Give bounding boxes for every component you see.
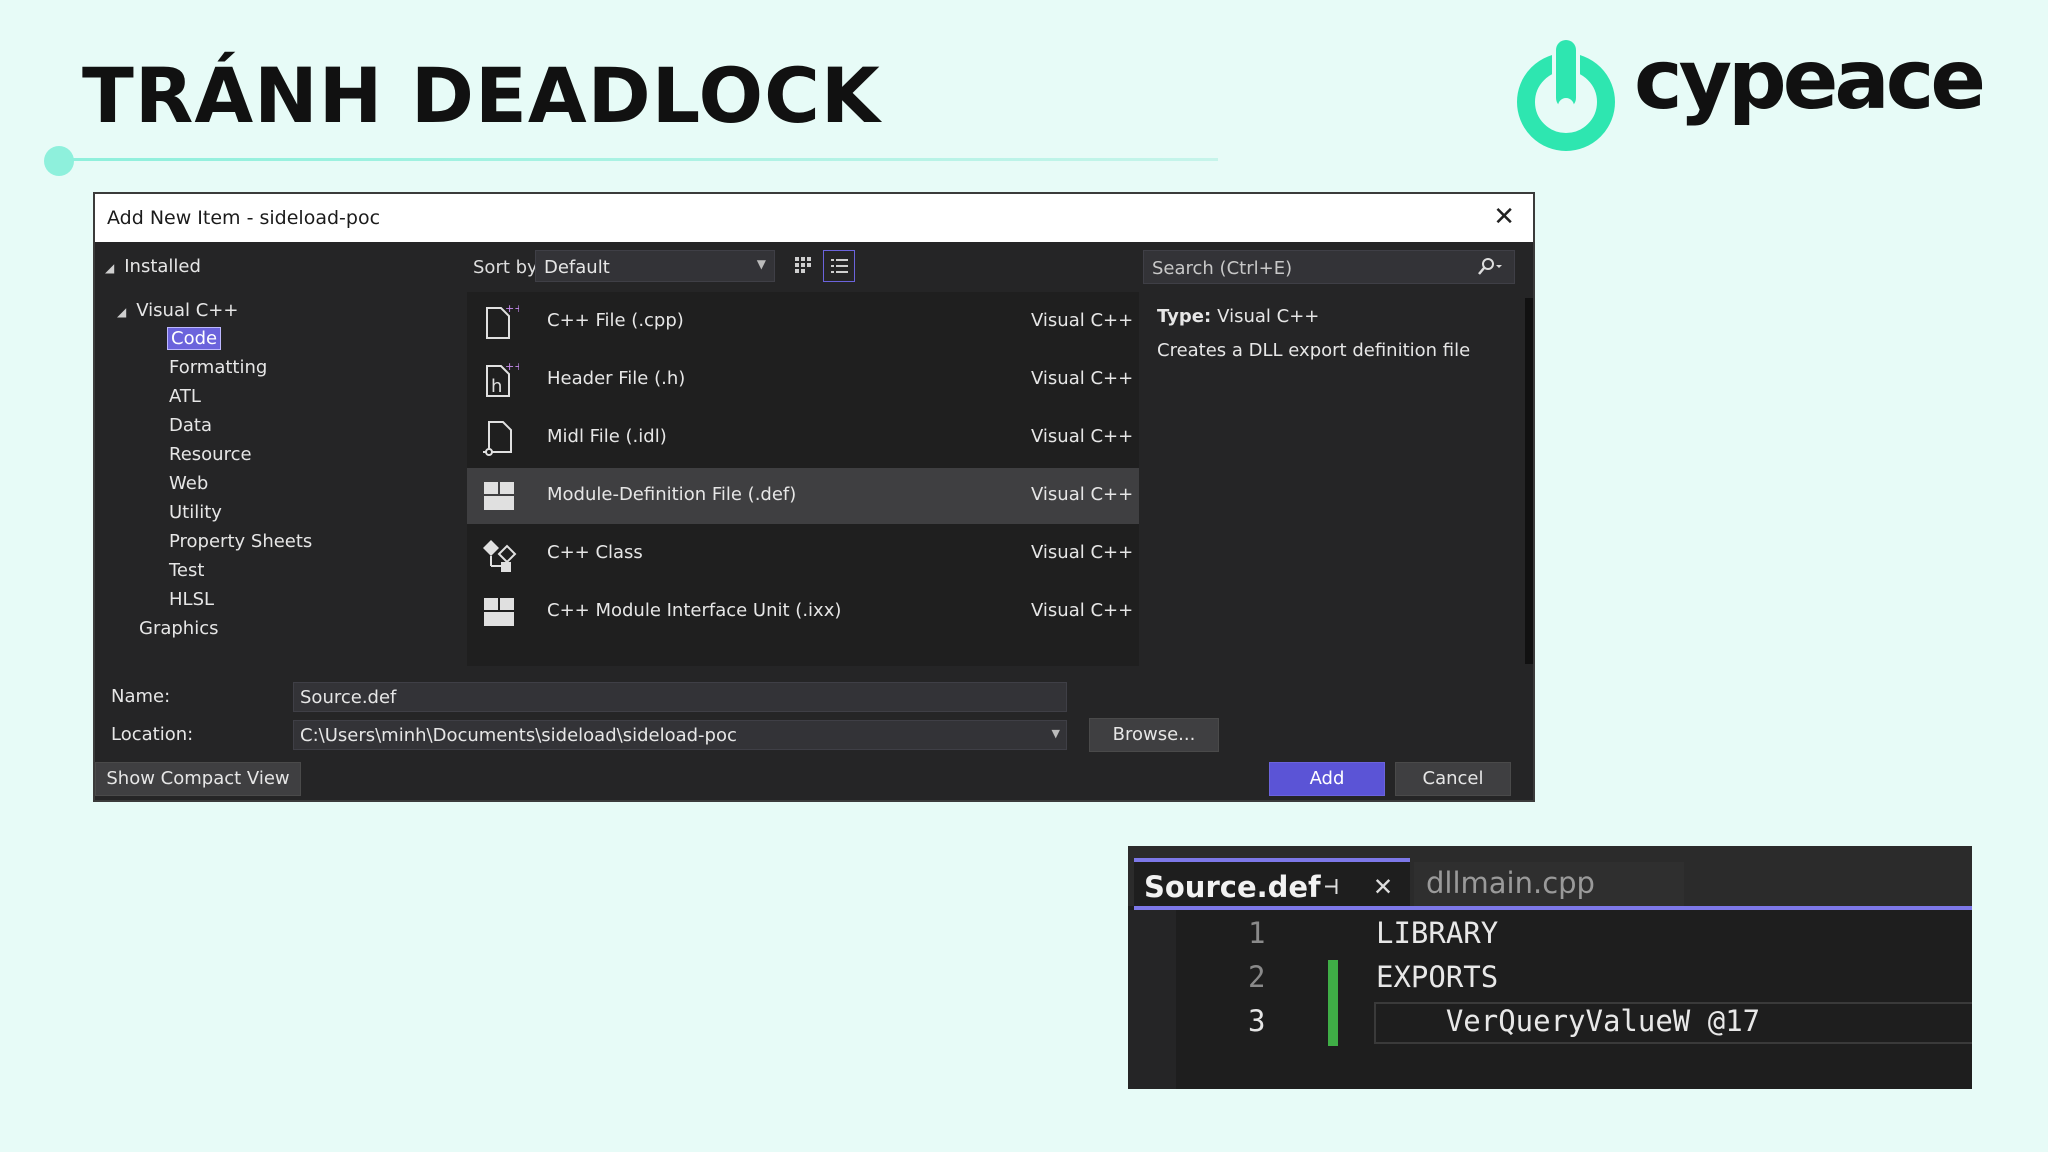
collapse-arrow-icon: ◢	[117, 305, 127, 319]
chevron-down-icon: ▼	[756, 257, 766, 271]
change-marker	[1328, 960, 1338, 1046]
tab-label: Source.def	[1144, 870, 1321, 904]
add-new-item-dialog: Add New Item - sideload-poc ✕ ◢ Installed…	[93, 192, 1535, 802]
collapse-arrow-icon: ◢	[105, 261, 115, 275]
add-button[interactable]: Add	[1269, 762, 1385, 796]
title-bullet-dot	[44, 146, 74, 176]
sort-value: Default	[544, 257, 610, 278]
browse-button[interactable]: Browse...	[1089, 718, 1219, 752]
details-type-value: Visual C++	[1217, 306, 1320, 327]
tab-underline	[1134, 906, 1972, 910]
module-interface-icon	[484, 598, 514, 626]
tab-dllmain-cpp[interactable]: dllmain.cpp	[1414, 862, 1684, 906]
cancel-button[interactable]: Cancel	[1395, 762, 1511, 796]
template-item-module-interface[interactable]: C++ Module Interface Unit (.ixx) Visual …	[467, 584, 1139, 640]
details-description: Creates a DLL export definition file	[1157, 340, 1471, 361]
cpp-class-icon	[483, 540, 517, 572]
tree-item-test[interactable]: Test	[169, 560, 204, 581]
tree-item-formatting[interactable]: Formatting	[169, 357, 267, 378]
location-value: C:\Users\minh\Documents\sideload\sideloa…	[300, 725, 737, 746]
chevron-down-icon[interactable]: ▼	[1052, 727, 1060, 740]
template-toolbar: Sort by: Default ▼	[467, 242, 1237, 292]
header-file-icon: h ++	[486, 360, 519, 397]
template-item-cpp-file[interactable]: ++ C++ File (.cpp) Visual C++	[467, 294, 1139, 350]
search-placeholder: Search (Ctrl+E)	[1152, 258, 1293, 279]
brand-name: cypeace	[1634, 33, 1986, 128]
show-compact-view-button[interactable]: Show Compact View	[95, 762, 301, 796]
tree-item-code[interactable]: Code	[167, 327, 222, 350]
list-view-icon[interactable]	[823, 250, 855, 282]
code-line[interactable]: EXPORTS	[1376, 960, 1498, 994]
location-label: Location:	[111, 724, 194, 745]
close-icon[interactable]: ✕	[1374, 868, 1392, 903]
close-icon[interactable]: ✕	[1493, 202, 1515, 232]
grid-view-icon[interactable]	[787, 250, 819, 282]
scrollbar[interactable]	[1525, 298, 1533, 664]
tree-item-resource[interactable]: Resource	[169, 444, 252, 465]
tree-item-visual-cpp[interactable]: ◢ Visual C++	[117, 300, 238, 321]
svg-text:++: ++	[505, 302, 519, 315]
tree-item-graphics[interactable]: Graphics	[139, 618, 219, 639]
dialog-titlebar: Add New Item - sideload-poc ✕	[95, 194, 1533, 242]
midl-file-icon	[483, 421, 512, 456]
template-item-cpp-class[interactable]: C++ Class Visual C++	[467, 526, 1139, 582]
slide-title: TRÁNH DEADLOCK	[82, 51, 881, 140]
tree-item-web[interactable]: Web	[169, 473, 208, 494]
tab-source-def[interactable]: Source.def ⊣ ✕	[1134, 858, 1410, 906]
tree-item-installed[interactable]: ◢ Installed	[105, 256, 201, 277]
svg-text:++: ++	[505, 360, 519, 373]
line-number: 3	[1248, 1004, 1266, 1038]
tree-item-property-sheets[interactable]: Property Sheets	[169, 531, 312, 552]
dialog-title: Add New Item - sideload-poc	[107, 207, 381, 229]
tree-item-data[interactable]: Data	[169, 415, 212, 436]
brand-mark-icon	[1517, 36, 1615, 151]
category-tree: ◢ Installed ◢ Visual C++ Code Formatting A…	[95, 242, 467, 664]
code-line[interactable]: VerQueryValueW @17	[1376, 1004, 1760, 1038]
code-line[interactable]: LIBRARY	[1376, 916, 1498, 950]
name-field[interactable]: Source.def	[293, 682, 1067, 712]
pin-icon[interactable]: ⊣	[1324, 872, 1338, 900]
search-input[interactable]: Search (Ctrl+E)	[1143, 250, 1515, 284]
tree-item-atl[interactable]: ATL	[169, 386, 201, 407]
brand-logo: cypeace	[1516, 36, 1986, 156]
sort-label: Sort by:	[473, 257, 543, 278]
svg-text:h: h	[491, 376, 502, 397]
search-icon[interactable]	[1476, 255, 1504, 279]
template-details: Type: Visual C++ Creates a DLL export def…	[1141, 292, 1525, 664]
module-definition-icon	[484, 482, 514, 510]
details-type: Type: Visual C++	[1157, 306, 1319, 327]
cpp-file-icon: ++	[486, 302, 519, 339]
sort-dropdown[interactable]: Default ▼	[535, 250, 775, 282]
template-item-midl-file[interactable]: Midl File (.idl) Visual C++	[467, 410, 1139, 466]
editor-tab-strip: Source.def ⊣ ✕ dllmain.cpp	[1128, 846, 1972, 906]
template-item-header-file[interactable]: h ++ Header File (.h) Visual C++	[467, 352, 1139, 408]
editor-gutter	[1128, 910, 1176, 1089]
tab-label: dllmain.cpp	[1426, 866, 1595, 900]
line-number: 1	[1248, 916, 1266, 950]
name-label: Name:	[111, 686, 171, 707]
location-field[interactable]: C:\Users\minh\Documents\sideload\sideloa…	[293, 720, 1067, 750]
template-list: ++ C++ File (.cpp) Visual C++ h ++ Heade…	[467, 292, 1139, 666]
template-item-module-definition[interactable]: Module-Definition File (.def) Visual C++	[467, 468, 1139, 524]
title-underline	[60, 158, 1218, 161]
code-editor-snippet: Source.def ⊣ ✕ dllmain.cpp 1 2 3 LIBRARY…	[1128, 846, 1972, 1089]
line-number: 2	[1248, 960, 1266, 994]
tree-item-hlsl[interactable]: HLSL	[169, 589, 214, 610]
details-type-label: Type:	[1157, 306, 1212, 327]
tree-item-utility[interactable]: Utility	[169, 502, 222, 523]
